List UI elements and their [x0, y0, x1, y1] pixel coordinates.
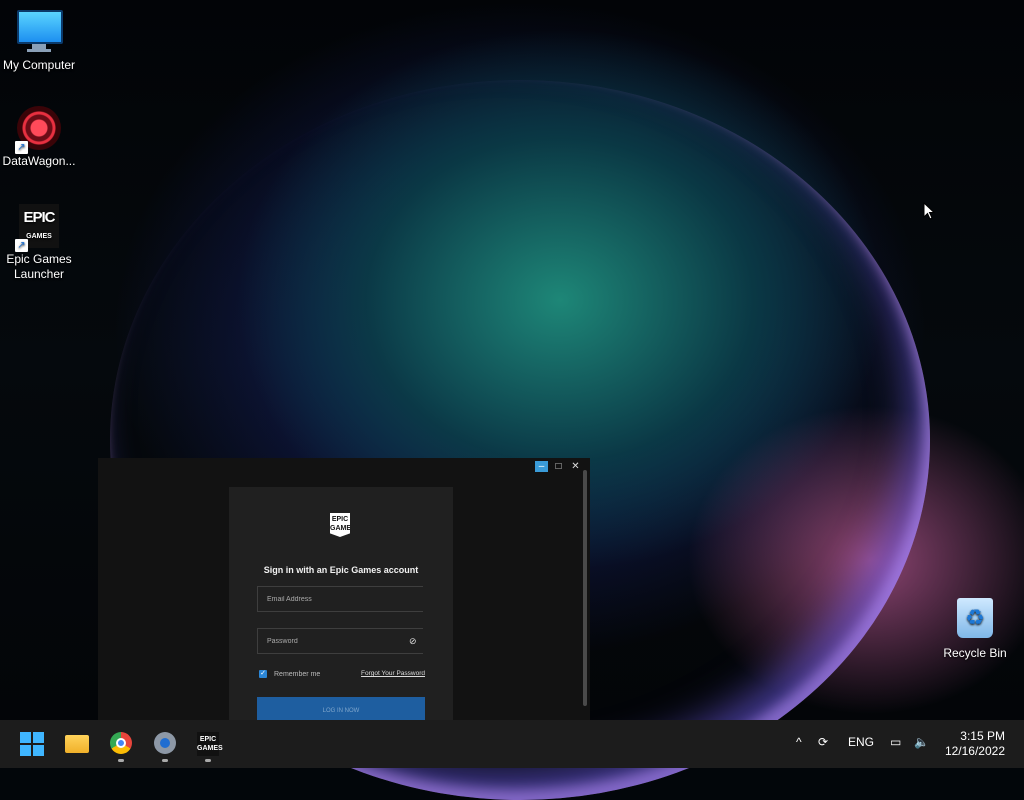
maximize-button[interactable]: □ — [552, 461, 565, 472]
remember-me-checkbox[interactable]: ✓ — [259, 670, 267, 678]
running-indicator — [162, 759, 168, 762]
taskbar: EPIC GAMES ^ ⟳ ENG ▭ 🔈 3:15 PM 12/16/202… — [0, 720, 1024, 768]
network-icon[interactable]: ▭ — [890, 735, 901, 749]
clock-date: 12/16/2022 — [944, 744, 1005, 758]
desktop-icon-label: Recycle Bin — [943, 646, 1007, 660]
login-panel: EPIC GAMES Sign in with an Epic Games ac… — [229, 487, 453, 720]
epic-games-login-window: – □ ✕ EPIC GAMES Sign in with an Epic Ga… — [98, 458, 590, 720]
gear-icon — [154, 732, 176, 754]
email-field[interactable] — [258, 587, 406, 611]
remember-me-row[interactable]: ✓ Remember me — [259, 670, 320, 678]
datawagon-icon: ↗ — [15, 106, 61, 154]
window-controls: – □ ✕ — [535, 461, 582, 472]
update-sync-icon[interactable]: ⟳ — [818, 735, 828, 749]
epic-games-taskbar-button[interactable]: EPIC GAMES — [197, 732, 223, 756]
start-button[interactable] — [20, 732, 44, 756]
signin-title: Sign in with an Epic Games account — [263, 565, 419, 575]
clock[interactable]: 3:15 PM 12/16/2022 — [945, 729, 1005, 759]
epic-games-icon: EPIC GAMES ↗ — [15, 204, 61, 252]
file-explorer-button[interactable] — [65, 732, 89, 756]
login-button[interactable]: LOG IN NOW — [257, 697, 425, 720]
minimize-button[interactable]: – — [535, 461, 548, 472]
desktop-icon-epic-games-launcher[interactable]: EPIC GAMES ↗ Epic Games Launcher — [0, 204, 78, 282]
chrome-button[interactable] — [110, 732, 134, 756]
monitor-icon — [17, 10, 63, 54]
desktop-icon-my-computer[interactable]: My Computer — [0, 10, 78, 73]
shortcut-arrow-icon: ↗ — [15, 239, 28, 252]
settings-button[interactable] — [154, 732, 178, 756]
desktop-icon-label: Epic Games Launcher — [6, 252, 72, 281]
language-indicator[interactable]: ENG — [848, 735, 874, 749]
show-hidden-icons-chevron-icon[interactable]: ^ — [796, 735, 802, 749]
desktop-icon-recycle-bin[interactable]: ♻ Recycle Bin — [936, 598, 1014, 661]
window-scrollbar[interactable] — [583, 470, 587, 706]
epic-games-icon: EPIC GAMES — [197, 732, 223, 756]
desktop-icon-datawagon[interactable]: ↗ DataWagon... — [0, 106, 78, 169]
hide-password-icon[interactable]: ⊘ — [409, 636, 419, 646]
folder-icon — [65, 735, 89, 753]
password-field[interactable] — [258, 629, 406, 653]
clock-time: 3:15 PM — [960, 729, 1005, 743]
running-indicator — [205, 759, 211, 762]
desktop-icon-label: My Computer — [2, 58, 76, 72]
shortcut-arrow-icon: ↗ — [15, 141, 28, 154]
mouse-cursor-icon — [923, 202, 935, 220]
epic-games-logo-icon: EPIC GAMES — [330, 513, 350, 537]
forgot-password-link[interactable]: Forgot Your Password — [361, 670, 425, 677]
chrome-icon — [110, 732, 132, 754]
volume-icon[interactable]: 🔈 — [914, 735, 929, 749]
desktop-icon-label: DataWagon... — [2, 154, 76, 168]
password-field-wrapper: ⊘ — [257, 628, 423, 654]
close-button[interactable]: ✕ — [569, 461, 582, 472]
remember-me-label: Remember me — [274, 670, 321, 678]
running-indicator — [118, 759, 124, 762]
recycle-bin-icon: ♻ — [953, 598, 997, 642]
email-field-wrapper — [257, 586, 423, 612]
